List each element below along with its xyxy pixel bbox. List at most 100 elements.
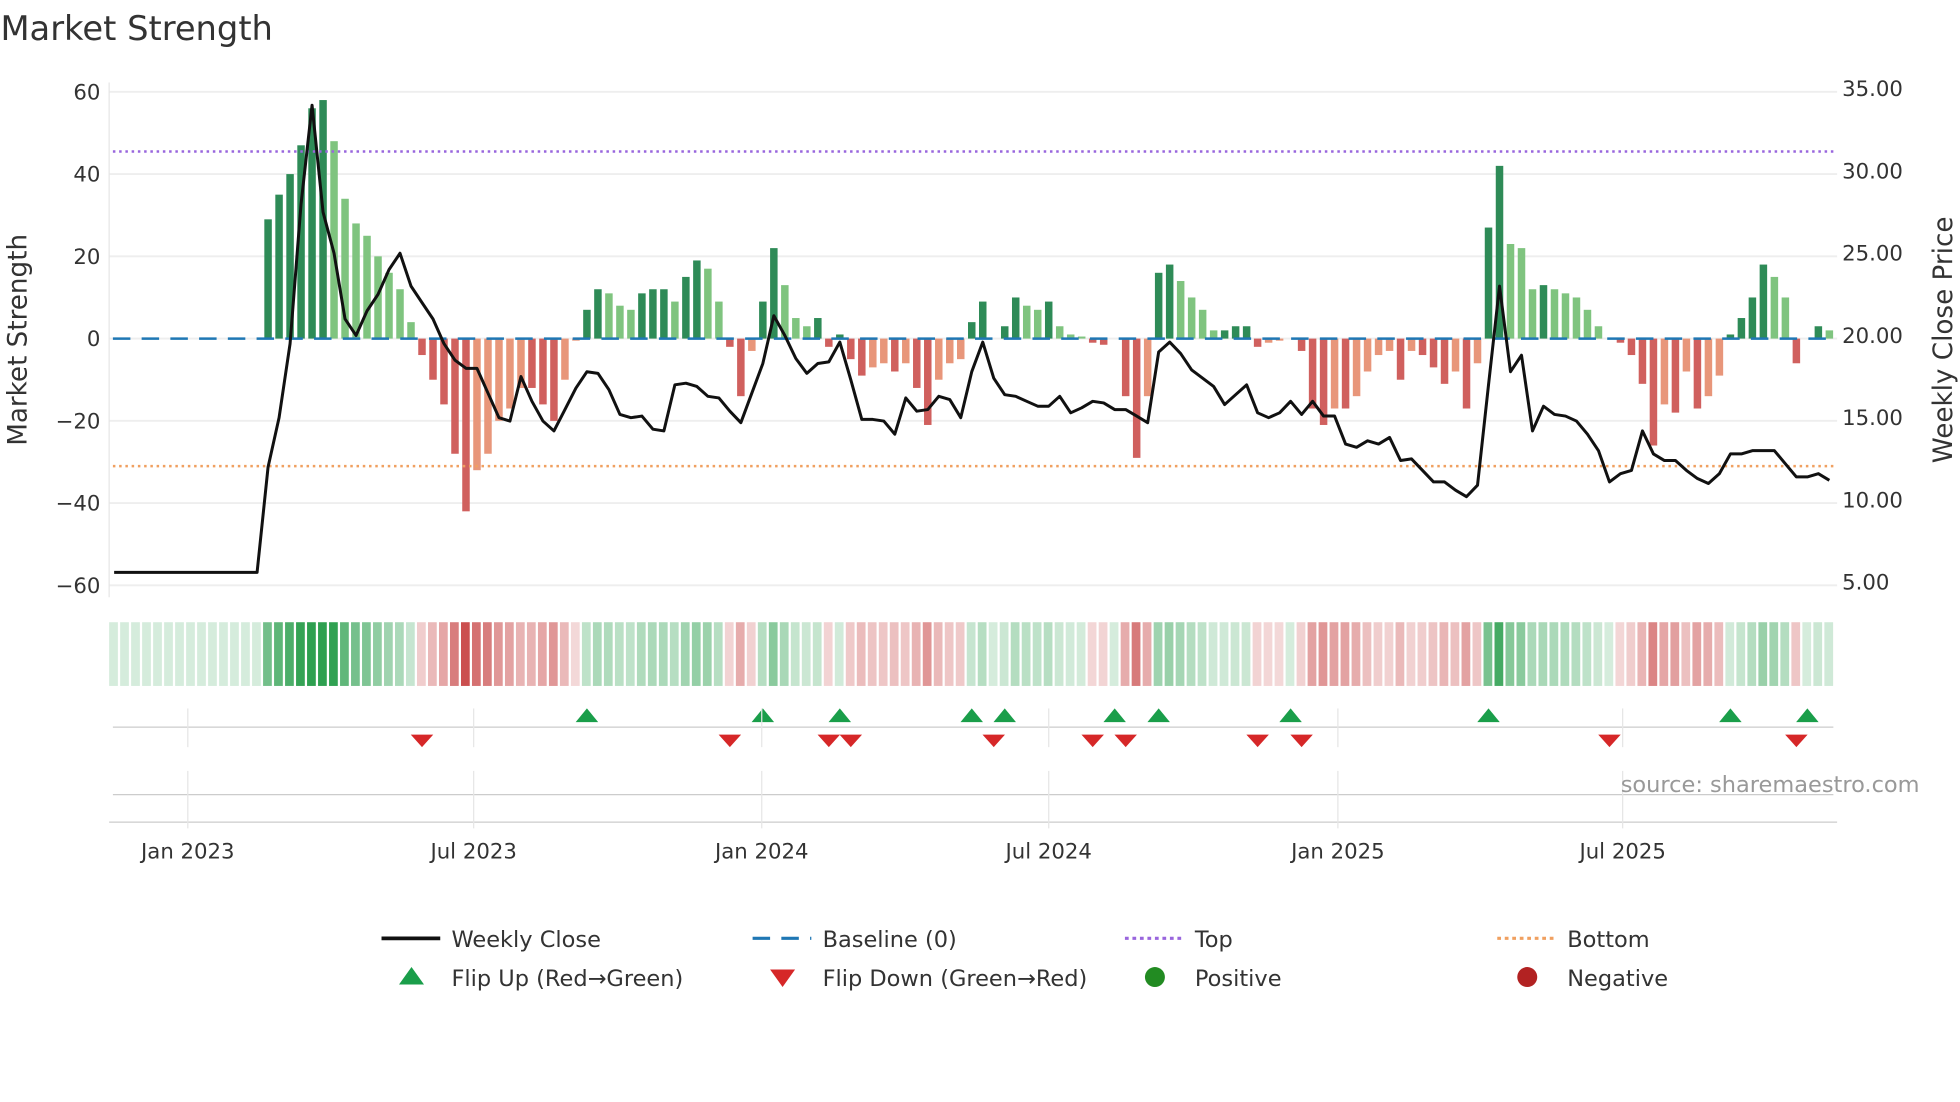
heat-cell xyxy=(362,622,371,686)
legend-item: Positive xyxy=(1144,966,1282,992)
heat-cell xyxy=(867,622,877,686)
flip-down-marker xyxy=(839,734,863,748)
market-strength-chart: Market Strength 60 40 20 0 −20 −40 −60 35.00 30… xyxy=(0,9,1959,992)
strength-bar xyxy=(979,301,987,339)
heat-cell xyxy=(1307,622,1317,686)
x-tick-label: Jan 2023 xyxy=(139,839,235,864)
heat-cell xyxy=(307,622,316,686)
strength-bar xyxy=(396,289,404,339)
flip-down-marker xyxy=(718,734,742,748)
heat-cell xyxy=(175,622,184,686)
heat-cell xyxy=(274,622,283,686)
heat-cell xyxy=(1285,622,1295,686)
heat-cell xyxy=(845,622,855,686)
heat-cell xyxy=(526,622,536,686)
legend-label: Baseline (0) xyxy=(823,927,957,953)
heat-cell xyxy=(1318,622,1328,686)
heat-cell xyxy=(449,622,459,686)
strength-bar xyxy=(1693,338,1702,409)
y2-axis-label: Weekly Close Price xyxy=(1929,217,1959,464)
heat-cell xyxy=(702,622,712,686)
heat-cell xyxy=(823,622,833,686)
legend-label: Flip Up (Red→Green) xyxy=(451,966,683,992)
strength-bar xyxy=(1011,297,1020,339)
strength-bar xyxy=(1671,338,1680,413)
heat-cell xyxy=(1571,622,1581,686)
heat-cell xyxy=(1252,622,1262,686)
strength-bar xyxy=(1484,227,1493,339)
flip-down-marker xyxy=(1290,734,1313,748)
strength-bar xyxy=(715,301,723,339)
heat-cell xyxy=(1527,622,1537,686)
strength-bar xyxy=(671,301,679,339)
heat-cell xyxy=(878,622,888,686)
strength-bar xyxy=(803,326,811,339)
heat-cell xyxy=(515,622,525,686)
flip-up-marker xyxy=(575,708,599,723)
heat-cell xyxy=(1230,622,1240,686)
flip-down-marker xyxy=(1598,734,1621,748)
circle-icon xyxy=(1517,967,1538,988)
strength-bar xyxy=(1770,276,1779,339)
heat-cell xyxy=(1538,622,1548,686)
heat-cell xyxy=(1802,622,1812,686)
strength-bar xyxy=(1462,338,1471,409)
flip-up-marker xyxy=(1796,708,1819,723)
heat-cell xyxy=(911,622,921,686)
strength-bar xyxy=(1176,281,1185,339)
heat-cell xyxy=(406,622,415,686)
heat-cell xyxy=(724,622,734,686)
strength-bar xyxy=(1517,248,1526,339)
flip-up-marker xyxy=(993,708,1016,723)
strength-bar xyxy=(1561,293,1570,339)
heat-cell xyxy=(285,622,294,686)
strength-bar xyxy=(264,219,272,339)
strength-bar xyxy=(418,338,426,356)
heat-cell xyxy=(1065,622,1075,686)
x-tick-label: Jul 2025 xyxy=(1577,839,1665,864)
heat-cell xyxy=(1406,622,1416,686)
strength-bar xyxy=(1660,338,1669,405)
heat-cell xyxy=(1714,622,1724,686)
x-tick-label: Jan 2025 xyxy=(1289,839,1385,864)
heat-cell xyxy=(1362,622,1372,686)
heat-cell xyxy=(647,622,657,686)
strength-bar xyxy=(1682,338,1691,372)
strength-bar xyxy=(1242,326,1251,339)
heat-cell xyxy=(1670,622,1680,686)
heat-cell xyxy=(1549,622,1559,686)
flip-up-marker xyxy=(1147,708,1170,723)
strength-bar xyxy=(1022,305,1031,339)
strength-bar xyxy=(1033,309,1042,339)
strength-bar xyxy=(957,338,965,360)
strength-bar xyxy=(1132,338,1141,458)
heat-cell xyxy=(1395,622,1405,686)
heat-cell xyxy=(944,622,954,686)
heat-cell xyxy=(603,622,613,686)
strength-bar xyxy=(748,338,756,351)
strength-bar xyxy=(1748,297,1757,339)
strength-bar xyxy=(737,338,745,397)
legend-label: Top xyxy=(1194,927,1233,953)
heat-cell xyxy=(1186,622,1196,686)
y-tick-label: 0 xyxy=(87,327,101,352)
heat-cell xyxy=(1428,622,1438,686)
heat-cell xyxy=(351,622,360,686)
heat-cell xyxy=(438,622,448,686)
strength-bar xyxy=(924,338,932,425)
strength-bar xyxy=(1440,338,1449,384)
strength-bar xyxy=(539,338,547,405)
strength-bar xyxy=(594,289,602,339)
strength-bar xyxy=(561,338,569,380)
heat-cell xyxy=(889,622,899,686)
strength-bar xyxy=(1649,338,1658,446)
strength-bar xyxy=(605,293,613,339)
heat-cell xyxy=(109,622,118,686)
heat-cell xyxy=(1505,622,1515,686)
heat-cell xyxy=(1340,622,1350,686)
heat-cell xyxy=(713,622,723,686)
strength-bar xyxy=(1154,272,1163,339)
heat-cell xyxy=(1439,622,1449,686)
legend-item: Flip Down (Green→Red) xyxy=(770,966,1087,992)
strength-bar xyxy=(759,301,767,339)
